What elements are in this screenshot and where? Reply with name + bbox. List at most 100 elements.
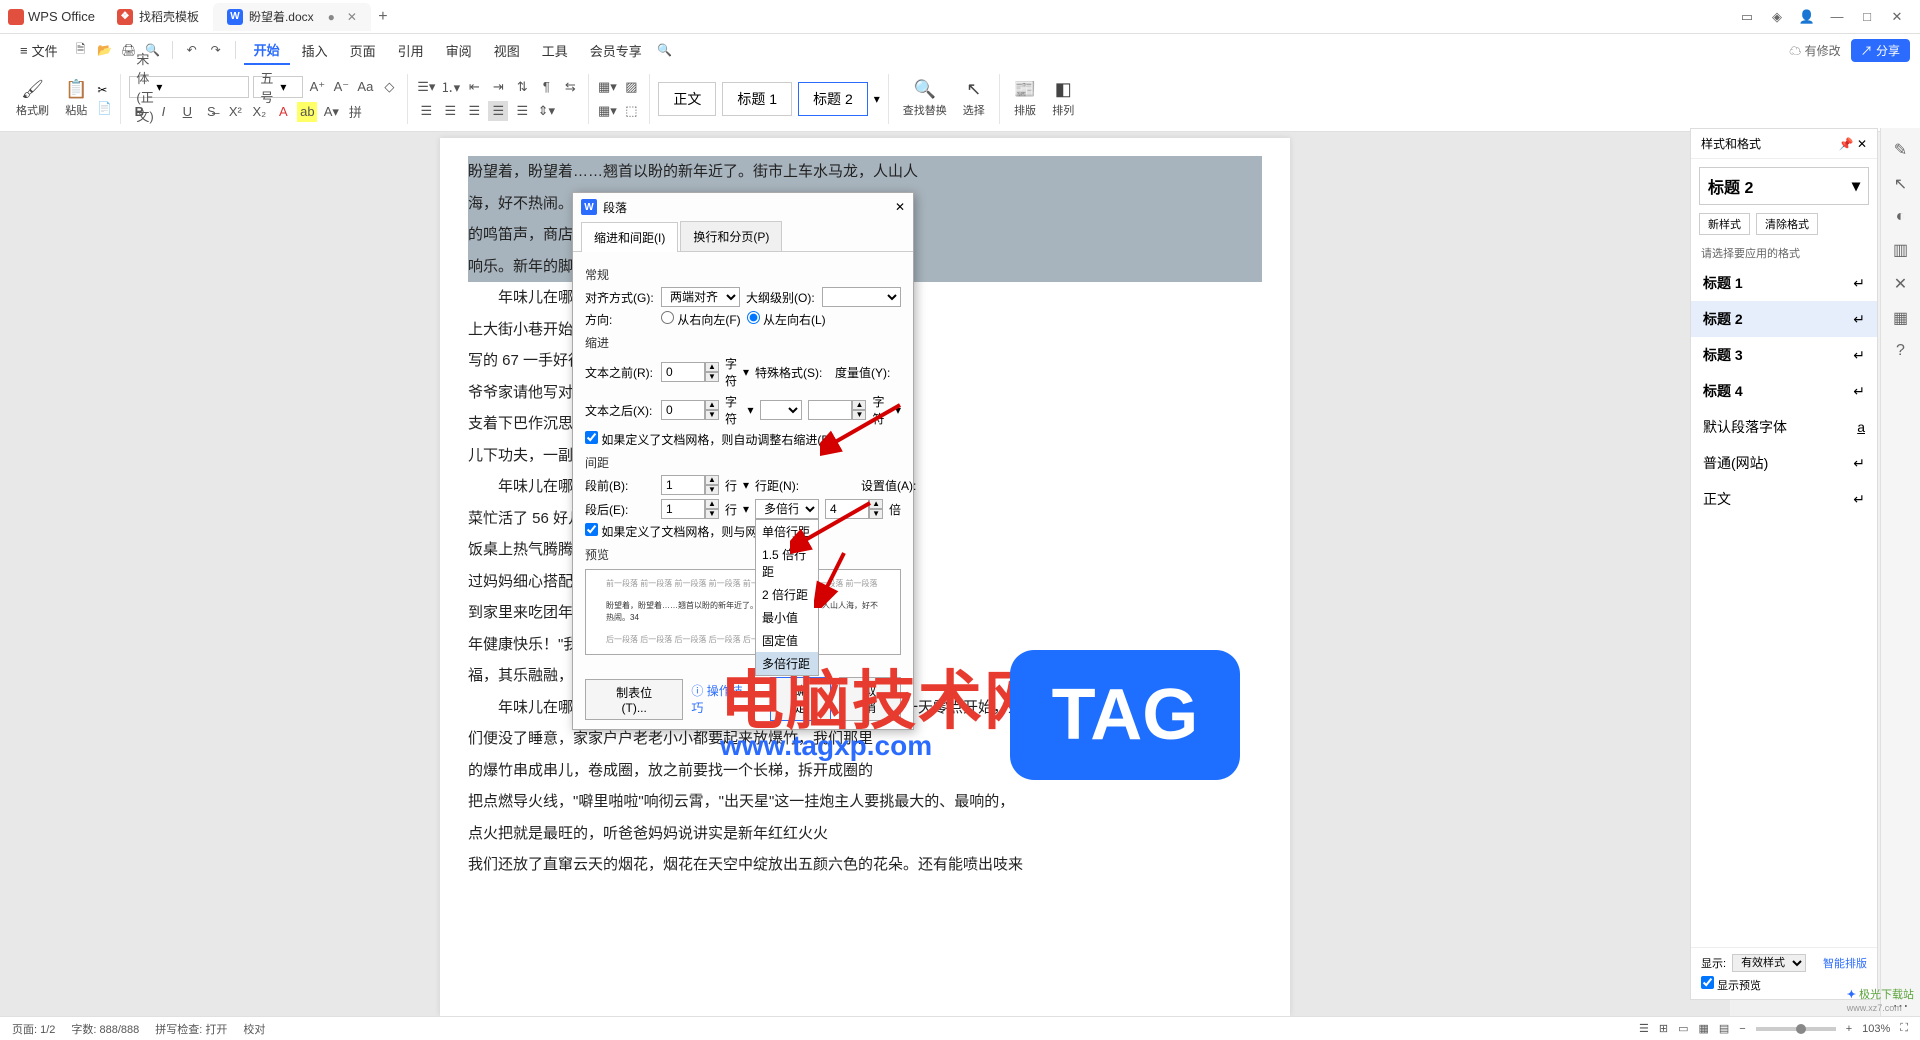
linespacing-select[interactable]: 多倍行距: [755, 499, 819, 519]
style-heading1[interactable]: 标题 1: [722, 82, 792, 116]
before-text-input[interactable]: [661, 362, 705, 382]
dd-option[interactable]: 2 倍行距: [756, 583, 818, 606]
dd-option-selected[interactable]: 多倍行距: [756, 652, 818, 675]
new-doc-icon[interactable]: 🗎: [70, 40, 92, 61]
bullets-icon[interactable]: ☰▾: [416, 77, 436, 97]
show-select[interactable]: 有效样式: [1732, 954, 1806, 972]
share-button[interactable]: ↗ 分享: [1851, 39, 1910, 62]
align-justify-icon[interactable]: ☰: [488, 101, 508, 121]
page-status[interactable]: 页面: 1/2: [12, 1021, 55, 1037]
distribute-icon[interactable]: ☰: [512, 101, 532, 121]
special-select[interactable]: [760, 400, 803, 420]
view-icon[interactable]: ▦: [1698, 1022, 1708, 1035]
view-icon[interactable]: ⊞: [1659, 1022, 1668, 1035]
style-item-default[interactable]: 默认段落字体a: [1691, 409, 1877, 445]
avatar[interactable]: 👤: [1792, 9, 1822, 25]
sort-icon[interactable]: ⇅: [512, 77, 532, 97]
style-item-h4[interactable]: 标题 4↵: [1691, 373, 1877, 409]
format-brush[interactable]: 🖌格式刷: [10, 70, 55, 128]
auto-indent-checkbox[interactable]: 如果定义了文档网格，则自动调整右缩进(D): [585, 431, 834, 448]
after-text-input[interactable]: [661, 400, 705, 420]
style-item-body[interactable]: 正文↵: [1691, 481, 1877, 517]
menu-review[interactable]: 审阅: [436, 37, 482, 64]
style-item-h1[interactable]: 标题 1↵: [1691, 265, 1877, 301]
open-icon[interactable]: 📂: [94, 43, 116, 57]
outdent-icon[interactable]: ⇤: [464, 77, 484, 97]
close-pane-icon[interactable]: ✕: [1857, 137, 1867, 151]
fullscreen-icon[interactable]: ⛶: [1900, 1022, 1908, 1035]
change-case-icon[interactable]: Aa: [355, 77, 375, 97]
copy-icon[interactable]: 📄: [97, 101, 112, 115]
zoom-in-icon[interactable]: +: [1846, 1023, 1852, 1035]
style-more-icon[interactable]: ▾: [874, 92, 880, 106]
menu-start[interactable]: 开始: [244, 36, 290, 65]
menu-insert[interactable]: 插入: [292, 37, 338, 64]
strip-shape-icon[interactable]: ◐: [1896, 208, 1906, 226]
tabstop-button[interactable]: 制表位(T)...: [585, 679, 683, 720]
dd-option[interactable]: 单倍行距: [756, 520, 818, 543]
highlight-icon[interactable]: ab: [297, 102, 317, 122]
bold-icon[interactable]: B: [129, 102, 149, 122]
dir-ltr-radio[interactable]: 从左向右(L): [747, 311, 826, 328]
shade-icon[interactable]: ▨: [621, 77, 641, 97]
zoom-out-icon[interactable]: −: [1739, 1023, 1745, 1035]
strip-help-icon[interactable]: ?: [1896, 342, 1905, 360]
show-preview-checkbox[interactable]: 显示预览: [1701, 980, 1761, 992]
numbering-icon[interactable]: ⒈▾: [440, 77, 460, 97]
menu-tools[interactable]: 工具: [532, 37, 578, 64]
dd-option[interactable]: 固定值: [756, 629, 818, 652]
maximize-button[interactable]: □: [1852, 9, 1882, 24]
font-color-icon[interactable]: A: [273, 102, 293, 122]
align-select[interactable]: 两端对齐: [661, 287, 740, 307]
redo-icon[interactable]: ↷: [205, 43, 227, 57]
layout-button[interactable]: 📰排版: [1008, 70, 1042, 128]
style-item-h2[interactable]: 标题 2↵: [1691, 301, 1877, 337]
indent-icon[interactable]: ⇥: [488, 77, 508, 97]
strip-layer-icon[interactable]: ▥: [1893, 240, 1908, 260]
undo-icon[interactable]: ↶: [181, 43, 203, 57]
proof-status[interactable]: 校对: [243, 1021, 265, 1037]
font-name-select[interactable]: 宋体 (正文) ▾: [129, 76, 249, 98]
new-style-button[interactable]: 新样式: [1699, 213, 1750, 235]
strip-media-icon[interactable]: ▦: [1893, 308, 1908, 328]
cell-icon[interactable]: ⬚: [621, 101, 641, 121]
spin-up-icon[interactable]: ▲: [705, 362, 719, 372]
strip-select-icon[interactable]: ↖: [1894, 174, 1907, 194]
dialog-close-icon[interactable]: ✕: [895, 200, 905, 214]
superscript-icon[interactable]: X²: [225, 102, 245, 122]
search-icon[interactable]: 🔍: [654, 43, 676, 57]
tab-icon[interactable]: ⇆: [560, 77, 580, 97]
para-shade-icon[interactable]: ▦▾: [597, 101, 617, 121]
select-button[interactable]: ↖选择: [957, 70, 991, 128]
phonetic-icon[interactable]: 拼: [345, 102, 365, 122]
tab-indent[interactable]: 缩进和间距(I): [581, 222, 678, 252]
dir-rtl-radio[interactable]: 从右向左(F): [661, 311, 741, 328]
after-para-input[interactable]: [661, 499, 705, 519]
minimize-button[interactable]: —: [1822, 9, 1852, 24]
word-count[interactable]: 字数: 888/888: [71, 1021, 139, 1037]
tab-pagebreak[interactable]: 换行和分页(P): [680, 221, 782, 251]
linespacing-icon[interactable]: ⇕▾: [536, 101, 556, 121]
increase-font-icon[interactable]: A⁺: [307, 77, 327, 97]
align-center-icon[interactable]: ☰: [440, 101, 460, 121]
border-icon[interactable]: ▦▾: [597, 77, 617, 97]
find-replace[interactable]: 🔍查找替换: [897, 70, 953, 128]
menu-page[interactable]: 页面: [340, 37, 386, 64]
zoom-slider[interactable]: [1756, 1027, 1836, 1031]
style-heading2[interactable]: 标题 2: [798, 82, 868, 116]
pin-icon[interactable]: 📌: [1839, 137, 1854, 151]
dd-option[interactable]: 1.5 倍行距: [756, 543, 818, 583]
current-style[interactable]: 标题 2▾: [1699, 167, 1869, 205]
close-icon[interactable]: ✕: [347, 10, 357, 24]
menu-view[interactable]: 视图: [484, 37, 530, 64]
win-btn-1[interactable]: ▭: [1732, 9, 1762, 25]
strip-tool-icon[interactable]: ✕: [1894, 274, 1907, 294]
align-left-icon[interactable]: ☰: [416, 101, 436, 121]
win-btn-2[interactable]: ◈: [1762, 9, 1792, 25]
subscript-icon[interactable]: X₂: [249, 102, 269, 122]
strike-icon[interactable]: S̶: [201, 102, 221, 122]
view-icon[interactable]: ☰: [1639, 1022, 1649, 1035]
smart-layout-link[interactable]: 智能排版: [1823, 955, 1867, 971]
view-icon[interactable]: ▤: [1719, 1022, 1729, 1035]
zoom-value[interactable]: 103%: [1862, 1023, 1890, 1035]
